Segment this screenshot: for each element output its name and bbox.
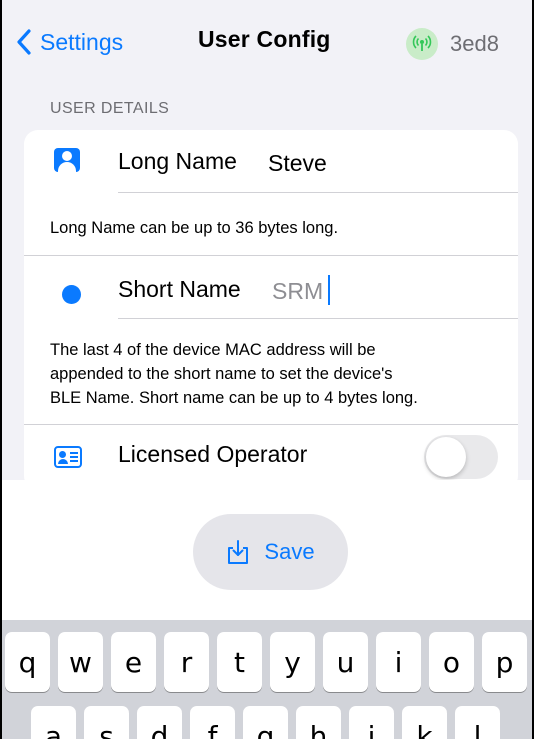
key-h[interactable]: h [296,706,341,739]
key-j[interactable]: j [349,706,394,739]
licensed-operator-label: Licensed Operator [118,441,308,467]
short-name-label: Short Name [118,276,241,302]
key-w[interactable]: w [58,632,103,692]
radio-signal-icon [406,28,438,60]
key-i[interactable]: i [376,632,421,692]
screen: Settings User Config 3ed8 USER DETAILS L… [0,0,534,739]
navigation-bar: Settings User Config 3ed8 [2,0,532,84]
key-a[interactable]: a [31,706,76,739]
person-icon [54,148,80,172]
key-d[interactable]: d [137,706,182,739]
key-y[interactable]: y [270,632,315,692]
toggle-knob [426,437,466,477]
divider [24,424,518,425]
keyboard: q w e r t y u i o p a s d f g h j k l [2,620,532,739]
text-caret [328,275,330,305]
divider [24,255,518,256]
short-name-input[interactable]: SRM [272,278,323,305]
download-icon [228,540,249,564]
divider [118,318,518,319]
key-e[interactable]: e [111,632,156,692]
key-k[interactable]: k [402,706,447,739]
circle-icon [62,285,81,304]
key-g[interactable]: g [243,706,288,739]
save-label: Save [264,539,315,564]
long-name-label: Long Name [118,148,237,174]
save-area: Save [2,480,532,620]
key-f[interactable]: f [190,706,235,739]
short-name-note-line-3: BLE Name. Short name can be up to 4 byte… [50,389,418,407]
save-button[interactable]: Save [193,514,348,590]
key-o[interactable]: o [429,632,474,692]
node-status[interactable]: 3ed8 [406,28,499,60]
key-r[interactable]: r [164,632,209,692]
user-details-card: Long Name Steve Long Name can be up to 3… [24,130,518,490]
short-name-note-line-1: The last 4 of the device MAC address wil… [50,341,376,359]
long-name-note: Long Name can be up to 36 bytes long. [50,219,339,237]
key-t[interactable]: t [217,632,262,692]
divider [118,192,518,193]
id-card-icon [54,446,82,468]
key-p[interactable]: p [482,632,527,692]
short-name-note-line-2: appended to the short name to set the de… [50,365,393,383]
key-q[interactable]: q [5,632,50,692]
chevron-left-icon [17,29,31,55]
key-l[interactable]: l [455,706,500,739]
licensed-operator-toggle[interactable] [424,435,498,479]
long-name-input[interactable]: Steve [268,150,327,177]
node-id: 3ed8 [450,31,499,56]
page-title: User Config [198,26,331,52]
back-label: Settings [40,28,124,55]
back-button[interactable]: Settings [16,24,123,60]
section-header: USER DETAILS [50,100,170,117]
key-s[interactable]: s [84,706,129,739]
key-u[interactable]: u [323,632,368,692]
